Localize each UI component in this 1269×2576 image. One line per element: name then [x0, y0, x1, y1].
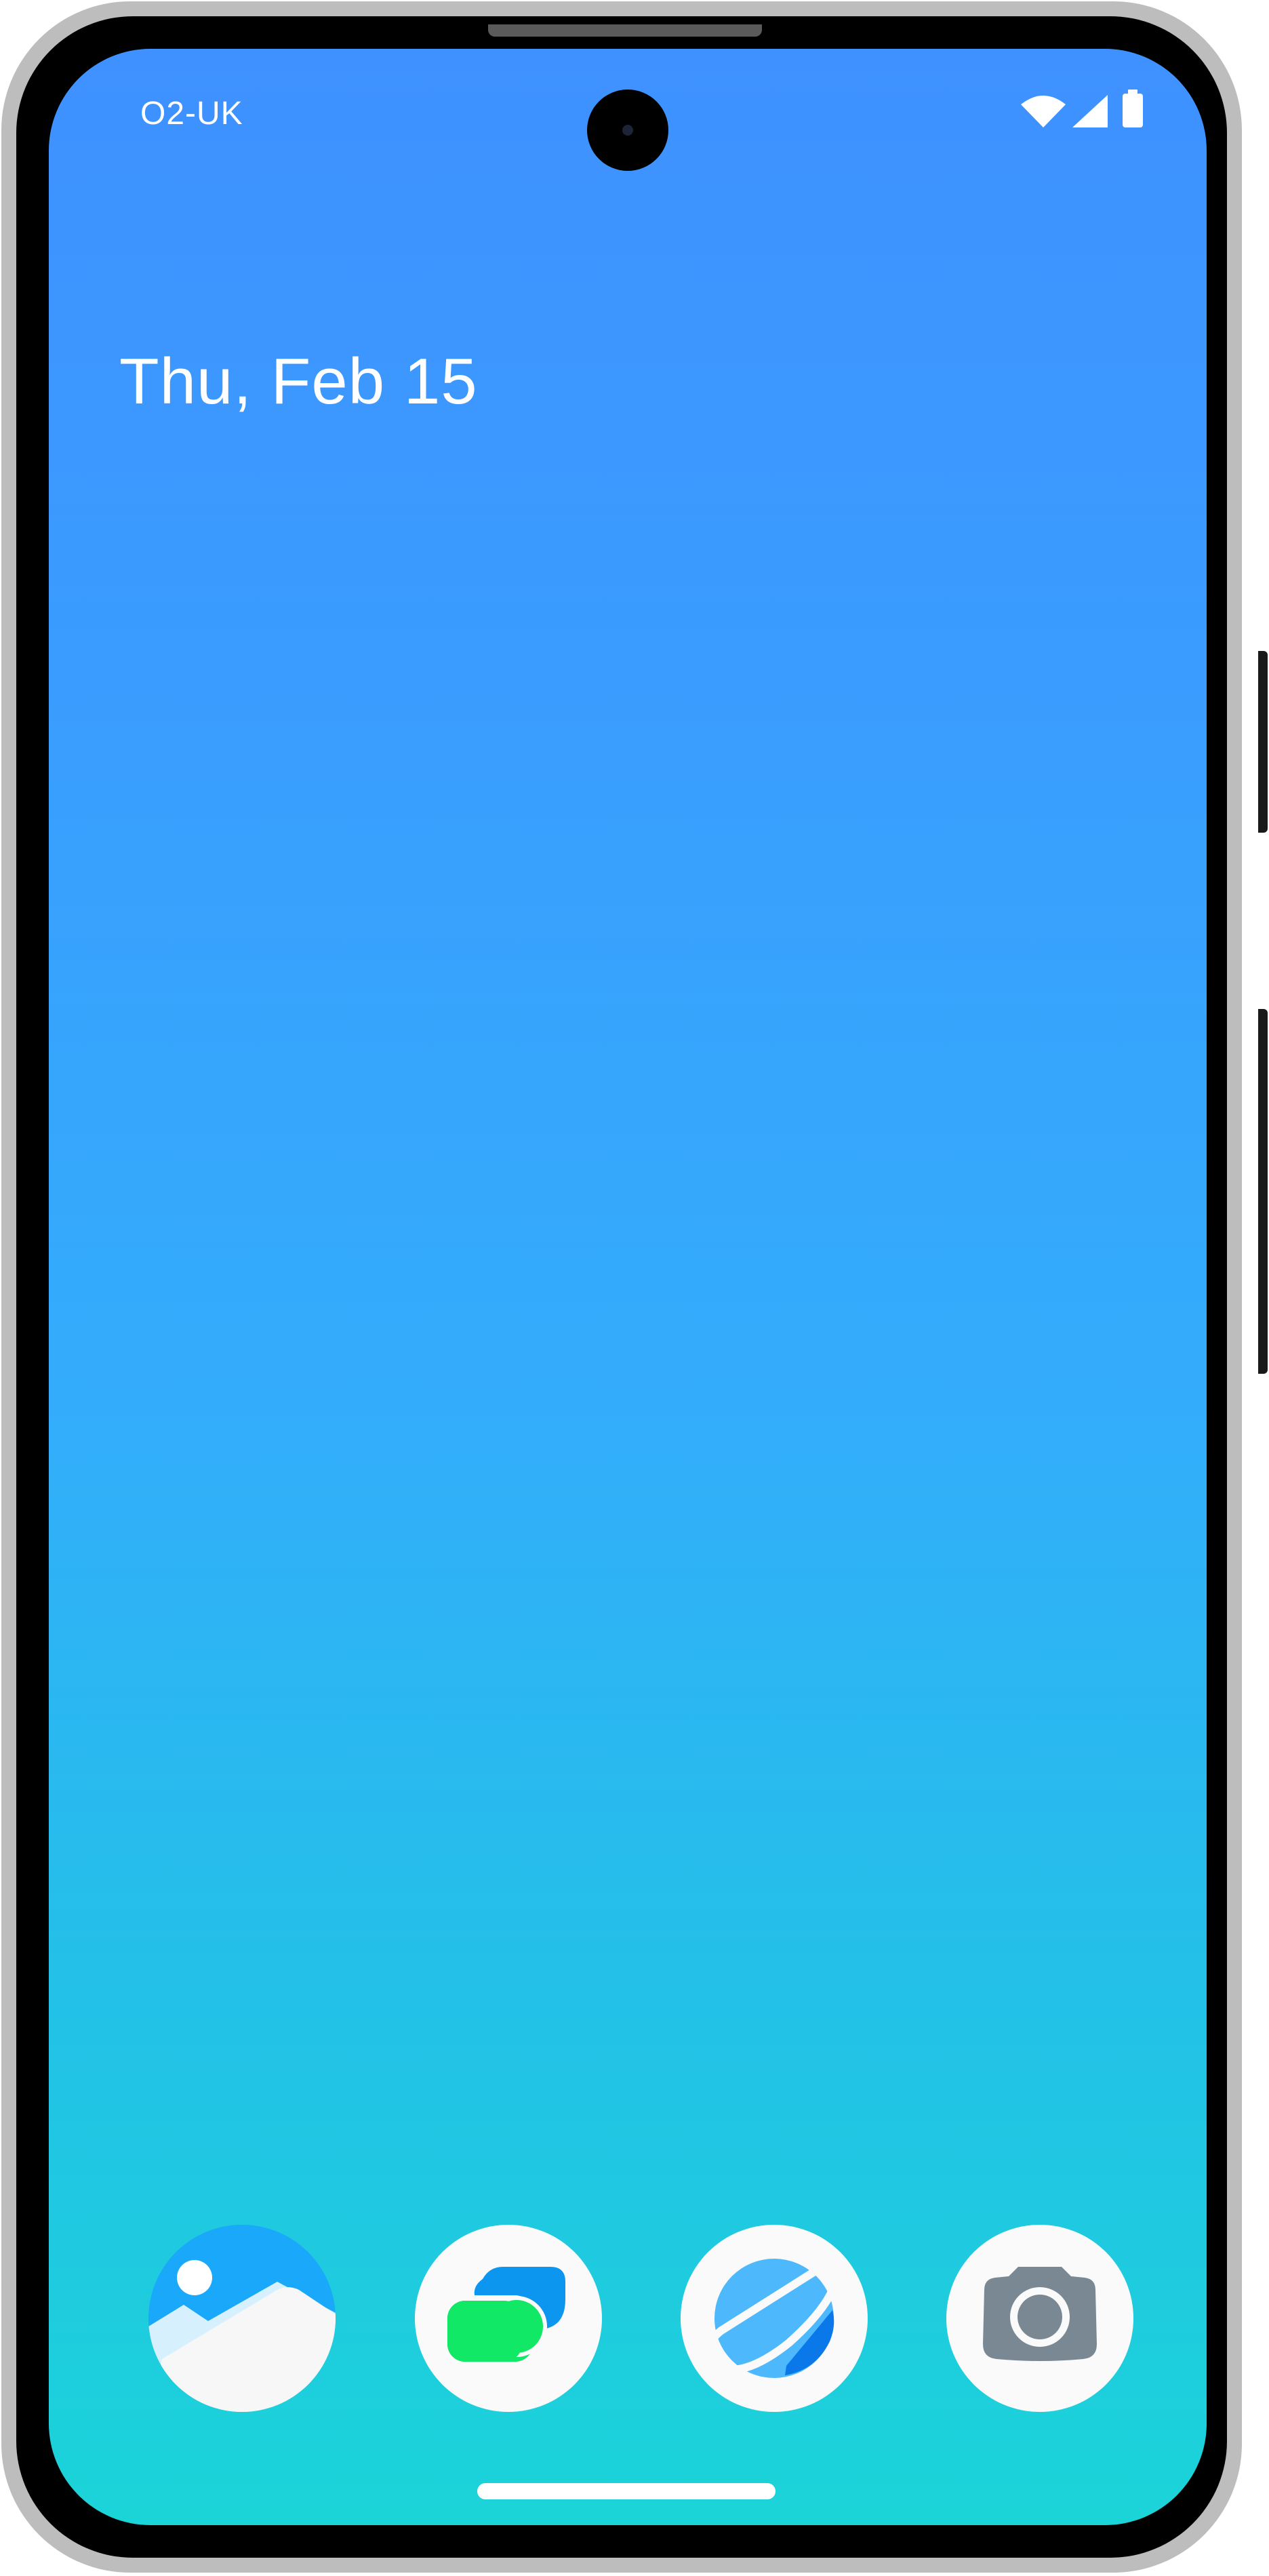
camera-icon — [946, 2225, 1133, 2412]
messages-app[interactable] — [415, 2225, 602, 2412]
home-screen: O2-UK Thu, Feb 15 — [49, 49, 1207, 2525]
status-bar: O2-UK — [49, 49, 1207, 171]
cellular-signal-icon — [1071, 94, 1109, 132]
browser-icon — [681, 2225, 868, 2412]
volume-button[interactable] — [1258, 651, 1268, 833]
camera-app[interactable] — [946, 2225, 1133, 2412]
earpiece-slit — [488, 24, 762, 37]
gallery-app[interactable] — [148, 2225, 336, 2412]
gallery-icon — [148, 2225, 336, 2412]
power-button[interactable] — [1258, 1009, 1268, 1374]
front-camera — [587, 90, 668, 171]
date-widget[interactable]: Thu, Feb 15 — [119, 344, 478, 419]
wifi-icon — [1020, 94, 1067, 132]
messages-icon — [415, 2225, 602, 2412]
app-dock — [49, 2225, 1207, 2415]
browser-app[interactable] — [681, 2225, 868, 2412]
carrier-label: O2-UK — [140, 96, 243, 132]
phone-device: O2-UK Thu, Feb 15 — [0, 0, 1269, 2576]
battery-icon — [1121, 90, 1144, 132]
home-indicator[interactable] — [477, 2483, 776, 2499]
